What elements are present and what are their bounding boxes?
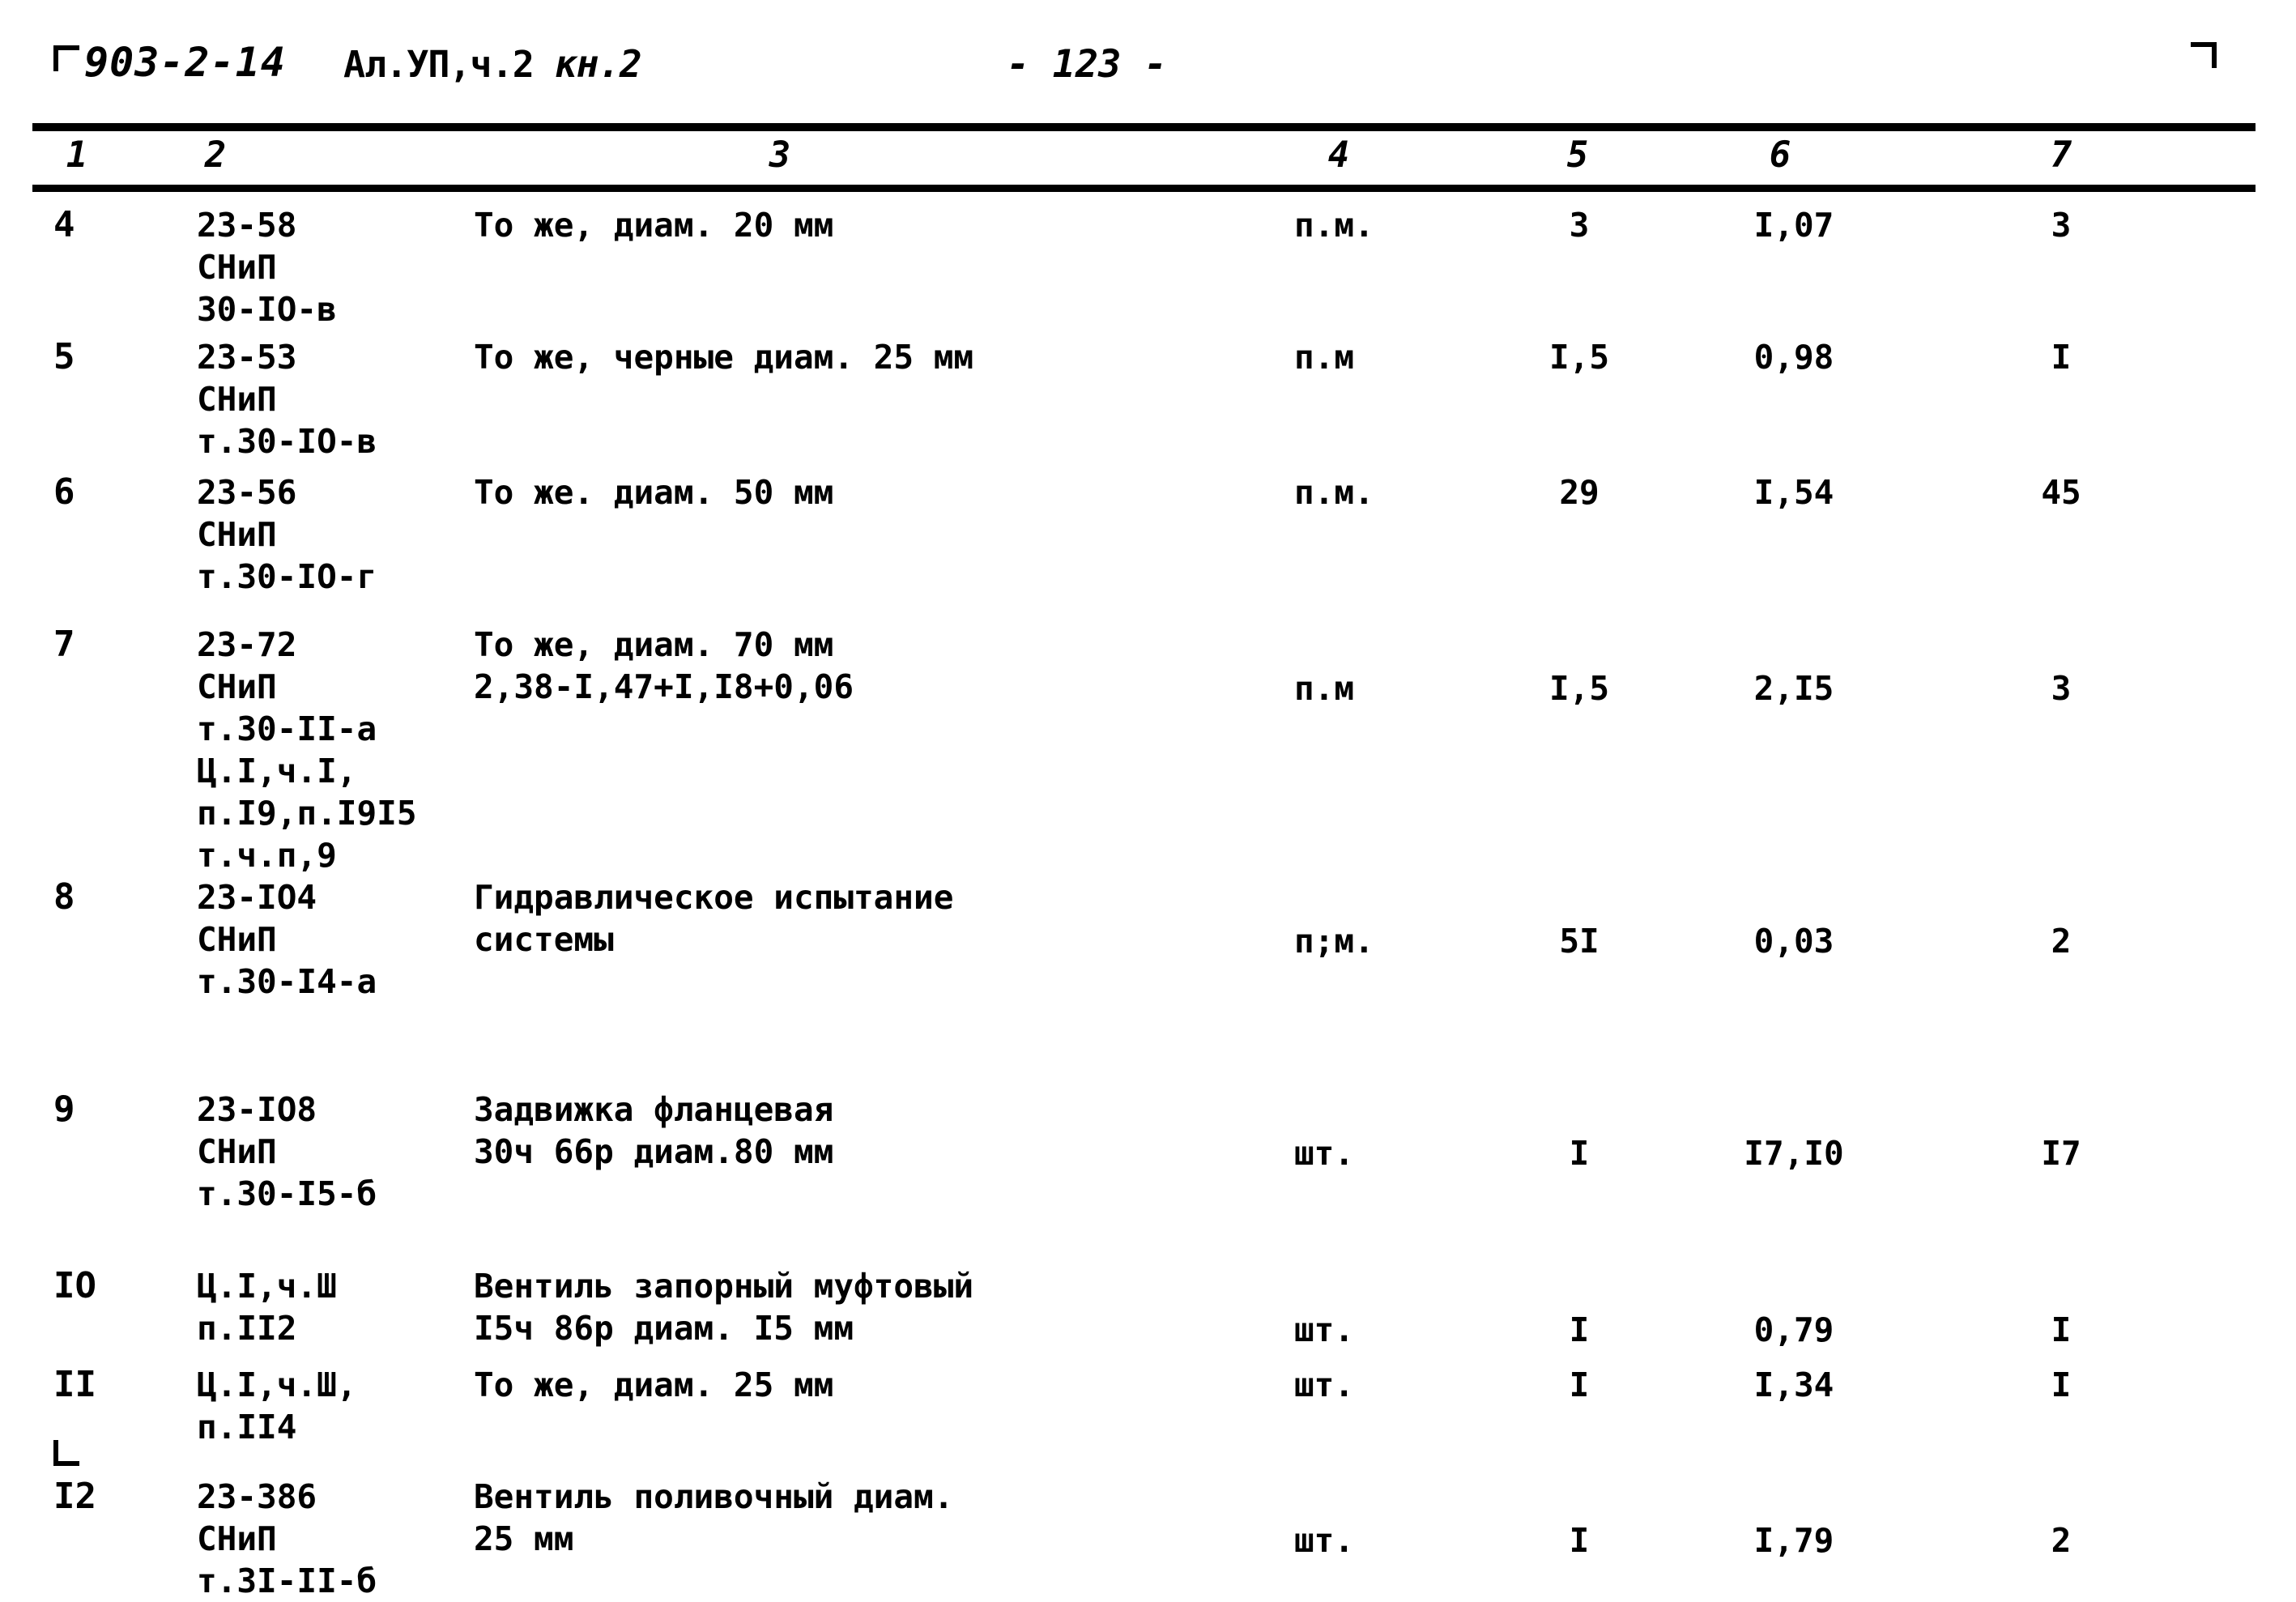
album-label: Ал.УП,ч.2 [343, 43, 555, 86]
table-header-bottom-rule [32, 185, 2256, 192]
row-sum-cell: I [2051, 1310, 2072, 1349]
row-sum-cell: 2 [2051, 1521, 2072, 1560]
row-price-cell: I,07 [1753, 206, 1834, 245]
row-number-cell: 5 [53, 336, 75, 377]
row-price-cell: I,79 [1753, 1521, 1834, 1560]
row-description-cell: То же, диам. 25 мм [474, 1366, 834, 1404]
row-quantity-cell: I [1569, 1310, 1590, 1349]
row-unit-cell: п.м. [1294, 473, 1374, 512]
row-sum-cell: 3 [2051, 669, 2072, 708]
row-description-cell: Гидравлическое испытание системы [474, 878, 954, 959]
page-number: - 123 - [1007, 42, 1168, 87]
row-unit-cell: п.м. [1294, 206, 1374, 245]
row-unit-cell: шт. [1294, 1134, 1355, 1173]
table-top-rule [32, 123, 2256, 131]
row-sum-cell: 45 [2041, 473, 2081, 512]
row-sum-cell: I [2051, 1366, 2072, 1404]
row-description-cell: Вентиль запорный муфтовый I5ч 86р диам. … [474, 1267, 974, 1348]
row-quantity-cell: I [1569, 1521, 1590, 1560]
column-number-5: 5 [1566, 134, 1589, 176]
row-quantity-cell: 5I [1559, 922, 1600, 961]
row-number-cell: IO [53, 1265, 96, 1306]
row-number-cell: 8 [53, 876, 75, 918]
row-quantity-cell: I [1569, 1134, 1590, 1173]
row-description-cell: То же, диам. 20 мм [474, 206, 834, 245]
row-price-cell: 0,03 [1753, 922, 1834, 961]
table-column-number-row: 1 2 3 4 5 6 7 [0, 134, 2296, 183]
row-description-cell: То же, черные диам. 25 мм [474, 338, 974, 377]
column-number-2: 2 [204, 134, 227, 176]
row-unit-cell: шт. [1294, 1310, 1355, 1349]
column-number-7: 7 [2050, 134, 2072, 176]
row-unit-cell: п;м. [1294, 922, 1374, 961]
column-number-6: 6 [1769, 134, 1791, 176]
row-number-cell: I2 [53, 1476, 96, 1517]
row-quantity-cell: 3 [1569, 206, 1590, 245]
row-unit-cell: п.м [1294, 338, 1355, 377]
row-description-cell: Вентиль поливочный диам. 25 мм [474, 1477, 954, 1558]
row-quantity-cell: I,5 [1548, 338, 1610, 377]
row-number-cell: 4 [53, 204, 75, 245]
column-number-3: 3 [769, 134, 791, 176]
document-code: 903-2-14 [84, 39, 286, 86]
row-price-cell: I7,I0 [1744, 1134, 1844, 1173]
row-sum-cell: I7 [2041, 1134, 2081, 1173]
row-description-cell: Задвижка фланцевая 30ч 66р диам.80 мм [474, 1090, 834, 1171]
row-quantity-cell: I,5 [1548, 669, 1610, 708]
row-number-cell: II [53, 1364, 96, 1405]
row-price-cell: 0,98 [1753, 338, 1834, 377]
row-unit-cell: п.м [1294, 669, 1355, 708]
row-sum-cell: 2 [2051, 922, 2072, 961]
row-price-cell: 0,79 [1753, 1310, 1834, 1349]
row-sum-cell: 3 [2051, 206, 2072, 245]
row-price-cell: 2,I5 [1753, 669, 1834, 708]
row-number-cell: 7 [53, 624, 75, 665]
page-header: 903-2-14 Ал.УП,ч.2 кн.2 - 123 - [0, 39, 2296, 97]
row-quantity-cell: 29 [1559, 473, 1600, 512]
row-sum-cell: I [2051, 338, 2072, 377]
corner-mark-bottom-left [53, 1440, 79, 1466]
row-description-cell: То же, диам. 70 мм 2,38-I,47+I,I8+0,06 [474, 625, 854, 706]
row-number-cell: 9 [53, 1089, 75, 1130]
album-reference: Ал.УП,ч.2 кн.2 [343, 42, 642, 86]
row-unit-cell: шт. [1294, 1521, 1355, 1560]
row-unit-cell: шт. [1294, 1366, 1355, 1404]
row-description-cell: То же. диам. 50 мм [474, 473, 834, 512]
row-price-cell: I,54 [1753, 473, 1834, 512]
row-quantity-cell: I [1569, 1366, 1590, 1404]
column-number-4: 4 [1327, 134, 1350, 176]
row-number-cell: 6 [53, 471, 75, 513]
row-price-cell: I,34 [1753, 1366, 1834, 1404]
column-number-1: 1 [66, 134, 88, 176]
album-book-label: кн.2 [554, 42, 642, 86]
